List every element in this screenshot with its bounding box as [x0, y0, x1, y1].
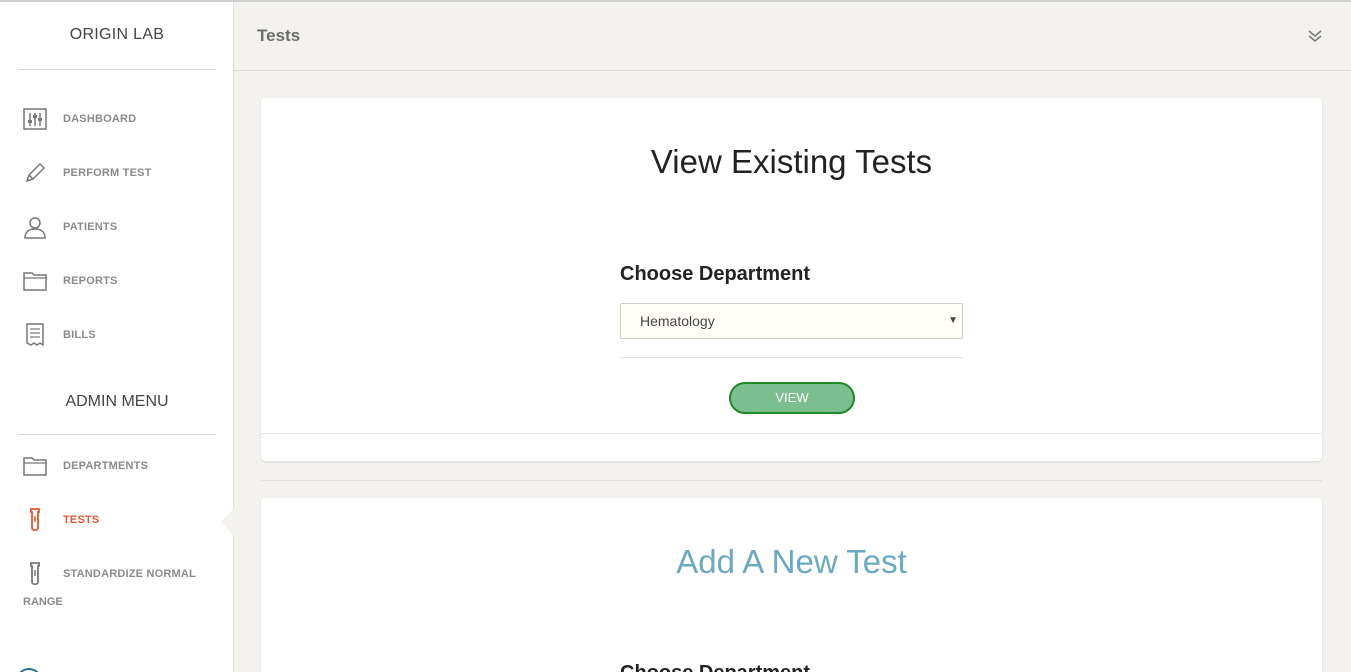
sidebar-item-departments[interactable]: DEPARTMENTS [0, 446, 234, 486]
department-select[interactable]: Hematology ▼ [620, 303, 963, 339]
sidebar-item-label: STANDARDIZE NORMAL [63, 568, 196, 580]
sidebar-item-bills[interactable]: BILLS [0, 315, 234, 355]
user-icon [22, 215, 48, 239]
sidebar-item-label: DEPARTMENTS [63, 460, 149, 472]
top-bar: Tests [234, 2, 1351, 71]
sidebar-item-patients[interactable]: PATIENTS [0, 207, 234, 247]
receipt-icon [22, 323, 48, 347]
add-test-title: Add A New Test [676, 543, 907, 580]
test-tube-icon [22, 508, 48, 532]
field-divider [620, 357, 963, 358]
sidebar-item-dashboard[interactable]: DASHBOARD [0, 99, 234, 139]
sidebar: ORIGIN LAB DASHBOARD PERFORM TEST PATIEN… [0, 2, 234, 672]
view-tests-card: View Existing Tests Choose Department He… [261, 98, 1322, 461]
sidebar-item-label: REPORTS [63, 275, 118, 287]
folder-icon [22, 269, 48, 293]
sidebar-item-label: PATIENTS [63, 221, 118, 233]
sidebar-item-label: BILLS [63, 329, 96, 341]
brand-title: ORIGIN LAB [69, 26, 165, 43]
page-title: Tests [257, 26, 301, 45]
choose-department-label: Choose Department [620, 263, 811, 285]
add-test-card: Add A New Test Choose Department [261, 498, 1322, 672]
double-chevron-down-icon[interactable] [1307, 28, 1323, 44]
admin-menu-title: ADMIN MENU [65, 393, 169, 410]
folder-icon [22, 454, 48, 478]
view-tests-title: View Existing Tests [650, 143, 933, 180]
brand-divider [18, 69, 216, 70]
department-select-value: Hematology [640, 313, 715, 329]
active-indicator [221, 508, 234, 536]
sidebar-item-tests[interactable]: TESTS [0, 500, 234, 540]
sidebar-item-label-continued: RANGE [23, 596, 63, 608]
card-footer-divider [261, 433, 1322, 434]
caret-down-icon: ▼ [948, 315, 958, 326]
sidebar-item-label: TESTS [63, 514, 100, 526]
choose-department-label: Choose Department [620, 662, 810, 672]
sliders-icon [22, 107, 48, 131]
admin-divider [18, 434, 216, 435]
view-button[interactable]: VIEW [729, 382, 855, 414]
sidebar-item-label: DASHBOARD [63, 113, 137, 125]
avatar[interactable] [16, 668, 42, 672]
sidebar-item-reports[interactable]: REPORTS [0, 261, 234, 301]
sidebar-item-label: PERFORM TEST [63, 167, 152, 179]
sidebar-item-standardize-normal-range[interactable]: STANDARDIZE NORMAL [0, 554, 234, 594]
sidebar-item-perform-test[interactable]: PERFORM TEST [0, 153, 234, 193]
pen-icon [22, 161, 48, 185]
test-tube-icon [22, 562, 48, 586]
section-divider [261, 480, 1322, 481]
